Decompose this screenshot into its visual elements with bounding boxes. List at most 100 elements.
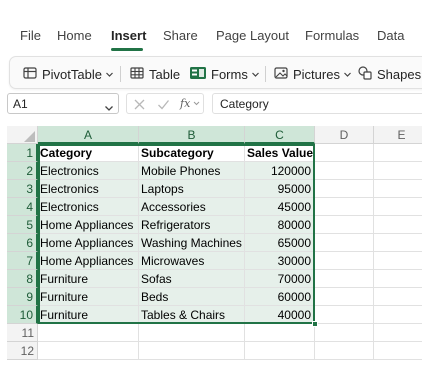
row-header[interactable]: 6 (7, 234, 38, 252)
name-box-value: A1 (13, 97, 28, 111)
cell-b3[interactable]: Laptops (139, 180, 245, 198)
row-header[interactable]: 5 (7, 216, 38, 234)
row-header[interactable]: 9 (7, 288, 38, 306)
tab-home[interactable]: Home (57, 28, 92, 43)
column-header-b[interactable]: B (139, 126, 245, 144)
cell-e10[interactable] (374, 306, 422, 324)
formula-input[interactable]: Category (212, 93, 422, 114)
cell-b4[interactable]: Accessories (139, 198, 245, 216)
forms-button[interactable]: Forms (189, 65, 264, 83)
cell-b11[interactable] (139, 324, 245, 342)
cell-c2[interactable]: 120000 (245, 162, 315, 180)
column-header-d[interactable]: D (315, 126, 374, 144)
row-header[interactable]: 4 (7, 198, 38, 216)
cell-b6[interactable]: Washing Machines (139, 234, 245, 252)
cell-a11[interactable] (38, 324, 139, 342)
cell-d1[interactable] (315, 144, 374, 162)
cell-c7[interactable]: 30000 (245, 252, 315, 270)
row-header[interactable]: 7 (7, 252, 38, 270)
cell-b1[interactable]: Subcategory (139, 144, 245, 162)
pictures-button[interactable]: Pictures (273, 65, 356, 83)
cell-c8[interactable]: 70000 (245, 270, 315, 288)
cell-a2[interactable]: Electronics (38, 162, 139, 180)
cell-d9[interactable] (315, 288, 374, 306)
row-header[interactable]: 8 (7, 270, 38, 288)
column-header-a[interactable]: A (38, 126, 139, 144)
cell-c3[interactable]: 95000 (245, 180, 315, 198)
cell-c4[interactable]: 45000 (245, 198, 315, 216)
cell-e5[interactable] (374, 216, 422, 234)
cell-d10[interactable] (315, 306, 374, 324)
checkmark-icon[interactable] (157, 98, 170, 116)
cell-c5[interactable]: 80000 (245, 216, 315, 234)
tab-page-layout[interactable]: Page Layout (216, 28, 289, 43)
chevron-down-icon[interactable] (104, 100, 114, 118)
cell-e3[interactable] (374, 180, 422, 198)
cell-c12[interactable] (245, 342, 315, 360)
cell-b10[interactable]: Tables & Chairs (139, 306, 245, 324)
table-button[interactable]: Table (129, 65, 180, 83)
cell-d4[interactable] (315, 198, 374, 216)
row-header[interactable]: 1 (7, 144, 38, 162)
cell-a9[interactable]: Furniture (38, 288, 139, 306)
cell-d12[interactable] (315, 342, 374, 360)
cell-a6[interactable]: Home Appliances (38, 234, 139, 252)
row-header[interactable]: 11 (7, 324, 38, 342)
cell-d3[interactable] (315, 180, 374, 198)
cell-a10[interactable]: Furniture (38, 306, 139, 324)
row-header[interactable]: 3 (7, 180, 38, 198)
cell-a1[interactable]: Category (38, 144, 139, 162)
tab-share[interactable]: Share (163, 28, 198, 43)
select-all-corner[interactable] (7, 126, 38, 144)
cell-c10[interactable]: 40000 (245, 306, 315, 324)
cell-d7[interactable] (315, 252, 374, 270)
fx-icon[interactable]: fx (179, 96, 201, 116)
shapes-button[interactable]: Shapes (357, 65, 421, 83)
close-icon[interactable] (133, 98, 146, 116)
column-header-e[interactable]: E (374, 126, 422, 144)
cell-a12[interactable] (38, 342, 139, 360)
cell-b8[interactable]: Sofas (139, 270, 245, 288)
cell-b7[interactable]: Microwaves (139, 252, 245, 270)
cell-c6[interactable]: 65000 (245, 234, 315, 252)
cell-b5[interactable]: Refrigerators (139, 216, 245, 234)
cell-e7[interactable] (374, 252, 422, 270)
pivottable-label: PivotTable (42, 66, 102, 82)
tab-file[interactable]: File (20, 28, 41, 43)
cell-e4[interactable] (374, 198, 422, 216)
pivottable-button[interactable]: PivotTable (22, 65, 118, 83)
cell-e8[interactable] (374, 270, 422, 288)
cell-e2[interactable] (374, 162, 422, 180)
spreadsheet-grid: A B C D E 1 Category Subcategory Sales Valu… (0, 126, 422, 383)
cell-c1[interactable]: Sales Value (245, 144, 315, 162)
cell-b12[interactable] (139, 342, 245, 360)
cell-d8[interactable] (315, 270, 374, 288)
row-header[interactable]: 2 (7, 162, 38, 180)
cell-a5[interactable]: Home Appliances (38, 216, 139, 234)
row-header[interactable]: 10 (7, 306, 38, 324)
cell-e9[interactable] (374, 288, 422, 306)
cell-d2[interactable] (315, 162, 374, 180)
column-header-c[interactable]: C (245, 126, 315, 144)
cell-b9[interactable]: Beds (139, 288, 245, 306)
cell-d5[interactable] (315, 216, 374, 234)
cell-b2[interactable]: Mobile Phones (139, 162, 245, 180)
cell-c11[interactable] (245, 324, 315, 342)
fill-handle[interactable] (312, 321, 318, 327)
cell-a4[interactable]: Electronics (38, 198, 139, 216)
cell-e11[interactable] (374, 324, 422, 342)
cell-a3[interactable]: Electronics (38, 180, 139, 198)
tab-formulas[interactable]: Formulas (305, 28, 359, 43)
cell-e12[interactable] (374, 342, 422, 360)
tab-insert[interactable]: Insert (111, 28, 146, 43)
tab-data[interactable]: Data (377, 28, 404, 43)
cell-d6[interactable] (315, 234, 374, 252)
cell-c9[interactable]: 60000 (245, 288, 315, 306)
cell-d11[interactable] (315, 324, 374, 342)
cell-a7[interactable]: Home Appliances (38, 252, 139, 270)
cell-a8[interactable]: Furniture (38, 270, 139, 288)
name-box[interactable]: A1 (7, 93, 119, 114)
cell-e1[interactable] (374, 144, 422, 162)
cell-e6[interactable] (374, 234, 422, 252)
row-header[interactable]: 12 (7, 342, 38, 360)
